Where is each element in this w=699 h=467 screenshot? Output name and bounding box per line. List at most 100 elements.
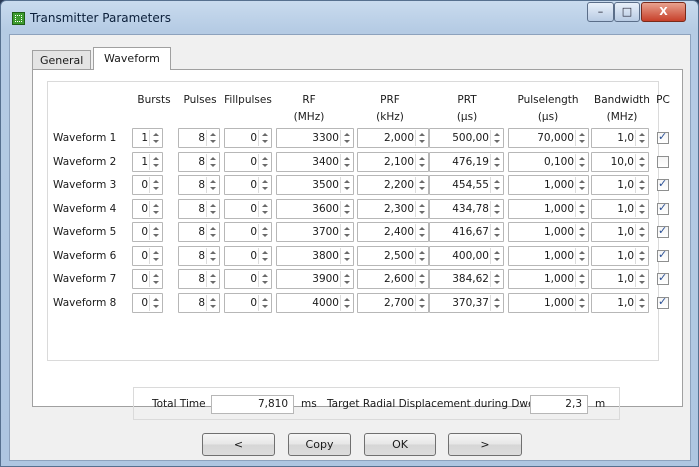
bursts-spinbox[interactable]: 0 xyxy=(132,293,163,313)
spin-arrows-icon[interactable] xyxy=(340,295,352,311)
close-button[interactable]: X xyxy=(641,2,686,22)
rf-spinbox[interactable]: 3800 xyxy=(276,246,354,266)
spin-arrows-icon[interactable] xyxy=(340,130,352,146)
rf-spinbox[interactable]: 3900 xyxy=(276,269,354,289)
spin-arrows-icon[interactable] xyxy=(635,130,647,146)
prt-spinbox[interactable]: 416,67 xyxy=(429,222,504,242)
pulselength-spinbox[interactable]: 1,000 xyxy=(508,246,589,266)
spin-arrows-icon[interactable] xyxy=(258,177,270,193)
spin-arrows-icon[interactable] xyxy=(206,224,218,240)
fillpulses-spinbox[interactable]: 0 xyxy=(224,199,272,219)
bandwidth-spinbox[interactable]: 1,0 xyxy=(591,128,649,148)
spin-arrows-icon[interactable] xyxy=(206,248,218,264)
tab-general[interactable]: General xyxy=(32,50,92,69)
fillpulses-spinbox[interactable]: 0 xyxy=(224,152,272,172)
spin-arrows-icon[interactable] xyxy=(415,130,427,146)
prt-spinbox[interactable]: 434,78 xyxy=(429,199,504,219)
spin-arrows-icon[interactable] xyxy=(490,271,502,287)
prf-spinbox[interactable]: 2,000 xyxy=(357,128,429,148)
spin-arrows-icon[interactable] xyxy=(575,130,587,146)
spin-arrows-icon[interactable] xyxy=(635,248,647,264)
pc-checkbox[interactable] xyxy=(657,271,669,285)
bandwidth-spinbox[interactable]: 1,0 xyxy=(591,199,649,219)
prf-spinbox[interactable]: 2,300 xyxy=(357,199,429,219)
pulses-spinbox[interactable]: 8 xyxy=(178,269,220,289)
bandwidth-spinbox[interactable]: 1,0 xyxy=(591,293,649,313)
bursts-spinbox[interactable]: 0 xyxy=(132,246,163,266)
spin-arrows-icon[interactable] xyxy=(575,201,587,217)
minimize-button[interactable]: – xyxy=(587,2,614,22)
spin-arrows-icon[interactable] xyxy=(635,271,647,287)
pc-checkbox[interactable] xyxy=(657,248,669,262)
bursts-spinbox[interactable]: 0 xyxy=(132,175,163,195)
spin-arrows-icon[interactable] xyxy=(340,201,352,217)
bursts-spinbox[interactable]: 1 xyxy=(132,152,163,172)
fillpulses-spinbox[interactable]: 0 xyxy=(224,222,272,242)
total-time-field[interactable]: 7,810 xyxy=(211,395,294,414)
spin-arrows-icon[interactable] xyxy=(149,130,161,146)
bandwidth-spinbox[interactable]: 1,0 xyxy=(591,222,649,242)
bursts-spinbox[interactable]: 1 xyxy=(132,128,163,148)
spin-arrows-icon[interactable] xyxy=(149,295,161,311)
spin-arrows-icon[interactable] xyxy=(258,295,270,311)
spin-arrows-icon[interactable] xyxy=(415,271,427,287)
spin-arrows-icon[interactable] xyxy=(490,224,502,240)
bandwidth-spinbox[interactable]: 1,0 xyxy=(591,246,649,266)
pulselength-spinbox[interactable]: 1,000 xyxy=(508,175,589,195)
rf-spinbox[interactable]: 3700 xyxy=(276,222,354,242)
spin-arrows-icon[interactable] xyxy=(490,201,502,217)
prf-spinbox[interactable]: 2,500 xyxy=(357,246,429,266)
spin-arrows-icon[interactable] xyxy=(575,248,587,264)
spin-arrows-icon[interactable] xyxy=(635,224,647,240)
pc-checkbox[interactable] xyxy=(657,177,669,191)
spin-arrows-icon[interactable] xyxy=(490,248,502,264)
next-button[interactable]: > xyxy=(448,433,522,456)
spin-arrows-icon[interactable] xyxy=(206,295,218,311)
spin-arrows-icon[interactable] xyxy=(415,295,427,311)
pulses-spinbox[interactable]: 8 xyxy=(178,199,220,219)
rf-spinbox[interactable]: 3600 xyxy=(276,199,354,219)
spin-arrows-icon[interactable] xyxy=(575,177,587,193)
spin-arrows-icon[interactable] xyxy=(206,154,218,170)
spin-arrows-icon[interactable] xyxy=(258,201,270,217)
prf-spinbox[interactable]: 2,200 xyxy=(357,175,429,195)
prt-spinbox[interactable]: 370,37 xyxy=(429,293,504,313)
prt-spinbox[interactable]: 476,19 xyxy=(429,152,504,172)
prt-spinbox[interactable]: 500,00 xyxy=(429,128,504,148)
spin-arrows-icon[interactable] xyxy=(575,295,587,311)
pc-checkbox[interactable] xyxy=(657,224,669,238)
bursts-spinbox[interactable]: 0 xyxy=(132,269,163,289)
rf-spinbox[interactable]: 3300 xyxy=(276,128,354,148)
pulses-spinbox[interactable]: 8 xyxy=(178,128,220,148)
rf-spinbox[interactable]: 4000 xyxy=(276,293,354,313)
spin-arrows-icon[interactable] xyxy=(575,224,587,240)
prt-spinbox[interactable]: 400,00 xyxy=(429,246,504,266)
pulses-spinbox[interactable]: 8 xyxy=(178,175,220,195)
bandwidth-spinbox[interactable]: 1,0 xyxy=(591,175,649,195)
pulselength-spinbox[interactable]: 1,000 xyxy=(508,293,589,313)
spin-arrows-icon[interactable] xyxy=(575,154,587,170)
spin-arrows-icon[interactable] xyxy=(206,130,218,146)
prf-spinbox[interactable]: 2,700 xyxy=(357,293,429,313)
pulselength-spinbox[interactable]: 1,000 xyxy=(508,269,589,289)
spin-arrows-icon[interactable] xyxy=(490,177,502,193)
spin-arrows-icon[interactable] xyxy=(149,201,161,217)
spin-arrows-icon[interactable] xyxy=(415,201,427,217)
displacement-field[interactable]: 2,3 xyxy=(530,395,588,414)
fillpulses-spinbox[interactable]: 0 xyxy=(224,128,272,148)
fillpulses-spinbox[interactable]: 0 xyxy=(224,175,272,195)
pulselength-spinbox[interactable]: 1,000 xyxy=(508,199,589,219)
spin-arrows-icon[interactable] xyxy=(340,224,352,240)
spin-arrows-icon[interactable] xyxy=(149,154,161,170)
bandwidth-spinbox[interactable]: 1,0 xyxy=(591,269,649,289)
spin-arrows-icon[interactable] xyxy=(258,130,270,146)
bursts-spinbox[interactable]: 0 xyxy=(132,199,163,219)
fillpulses-spinbox[interactable]: 0 xyxy=(224,246,272,266)
pulses-spinbox[interactable]: 8 xyxy=(178,222,220,242)
prt-spinbox[interactable]: 454,55 xyxy=(429,175,504,195)
pulselength-spinbox[interactable]: 0,100 xyxy=(508,152,589,172)
pulselength-spinbox[interactable]: 1,000 xyxy=(508,222,589,242)
title-bar[interactable]: Transmitter Parameters – □ X xyxy=(1,1,698,35)
spin-arrows-icon[interactable] xyxy=(206,177,218,193)
tab-waveform[interactable]: Waveform xyxy=(93,47,171,70)
